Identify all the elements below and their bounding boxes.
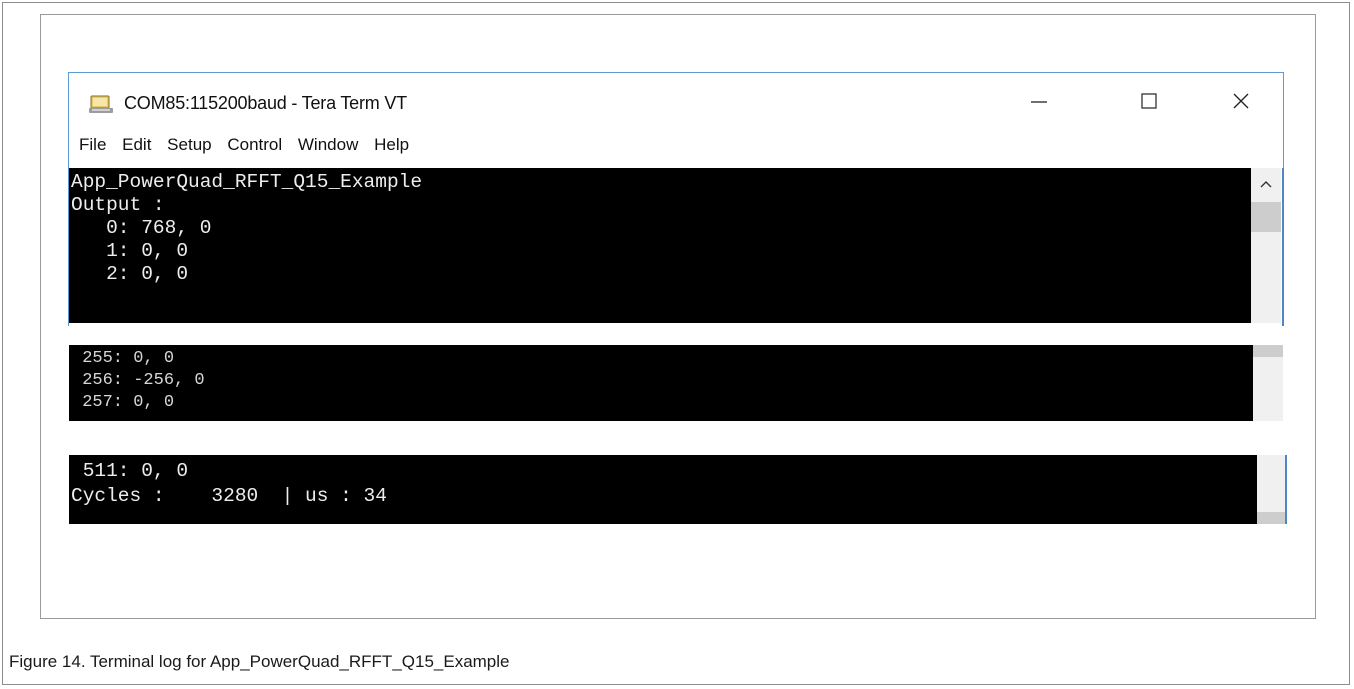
terminal-line: 256: -256, 0 xyxy=(72,371,205,390)
minimize-icon xyxy=(1031,101,1047,103)
terminal-line: 511: 0, 0 xyxy=(71,460,189,482)
terminal-line: App_PowerQuad_RFFT_Q15_Example xyxy=(71,171,423,193)
vertical-scrollbar[interactable] xyxy=(1257,455,1285,524)
menu-setup[interactable]: Setup xyxy=(167,135,211,154)
figure-caption: Figure 14. Terminal log for App_PowerQua… xyxy=(9,652,510,671)
terminal-line: 0: 768, 0 xyxy=(71,217,212,239)
menu-file[interactable]: File xyxy=(79,135,106,154)
scrollbar-thumb[interactable] xyxy=(1251,202,1281,232)
window-title: COM85:115200baud - Tera Term VT xyxy=(124,93,407,113)
close-button[interactable] xyxy=(1221,86,1261,116)
terminal-output-segment[interactable]: 511: 0, 0 Cycles : 3280 | us : 34 xyxy=(69,455,1257,524)
window-edge xyxy=(1285,455,1287,524)
scrollbar-thumb[interactable] xyxy=(1253,345,1283,357)
teraterm-app-icon xyxy=(89,95,113,113)
terminal-output[interactable]: App_PowerQuad_RFFT_Q15_Example Output : … xyxy=(69,168,1251,323)
vertical-scrollbar[interactable] xyxy=(1253,345,1283,421)
menu-edit[interactable]: Edit xyxy=(122,135,151,154)
close-icon xyxy=(1233,93,1249,109)
maximize-button[interactable] xyxy=(1129,86,1169,116)
terminal-line: 257: 0, 0 xyxy=(72,393,175,412)
window-edge xyxy=(1282,168,1284,326)
menu-control[interactable]: Control xyxy=(227,135,282,154)
chevron-up-icon xyxy=(1260,181,1272,188)
terminal-line: Cycles : 3280 | us : 34 xyxy=(71,485,387,507)
terminal-line: 1: 0, 0 xyxy=(71,240,189,262)
terminal-line: Output : xyxy=(71,194,165,216)
terminal-line: 255: 0, 0 xyxy=(72,349,175,368)
maximize-icon xyxy=(1141,93,1157,109)
minimize-button[interactable] xyxy=(1019,86,1059,116)
menu-help[interactable]: Help xyxy=(374,135,409,154)
scrollbar-thumb[interactable] xyxy=(1257,512,1285,524)
scroll-up-button[interactable] xyxy=(1251,168,1281,200)
terminal-output-segment[interactable]: 255: 0, 0 256: -256, 0 257: 0, 0 xyxy=(69,345,1253,421)
menu-window[interactable]: Window xyxy=(298,135,358,154)
menu-bar: File Edit Setup Control Window Help xyxy=(79,135,420,159)
title-bar[interactable]: COM85:115200baud - Tera Term VT xyxy=(69,73,1283,121)
terminal-line: 2: 0, 0 xyxy=(71,263,189,285)
vertical-scrollbar[interactable] xyxy=(1251,168,1281,323)
